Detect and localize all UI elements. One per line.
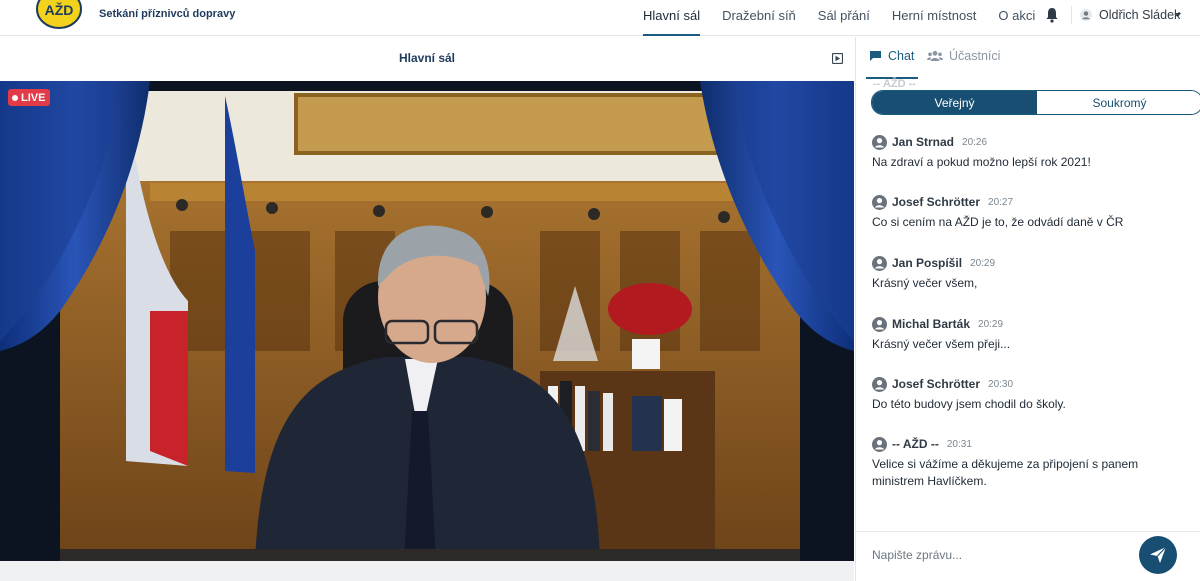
message-time: 20:30 xyxy=(988,378,1014,390)
chat-message: Jan Strnad 20:26 Na zdraví a pokud možno… xyxy=(872,134,1192,171)
user-avatar-icon xyxy=(872,376,887,392)
play-icon[interactable] xyxy=(832,53,843,64)
live-label: LIVE xyxy=(21,91,46,104)
live-dot-icon xyxy=(12,94,18,101)
message-time: 20:27 xyxy=(988,196,1014,208)
chat-bubble-icon xyxy=(870,51,881,61)
nav-hlavni-sal[interactable]: Hlavní sál xyxy=(632,0,711,36)
user-avatar-icon xyxy=(872,316,887,332)
scrolled-message-author: -- AŽD -- xyxy=(873,78,916,90)
message-time: 20:29 xyxy=(978,318,1004,330)
video-frame xyxy=(0,81,854,561)
toggle-private[interactable]: Soukromý xyxy=(1037,91,1200,114)
message-text: Do této budovy jsem chodil do školy. xyxy=(872,397,1066,411)
send-button[interactable] xyxy=(1139,536,1177,574)
tab-participants-label: Účastníci xyxy=(949,49,1001,63)
user-avatar-icon xyxy=(872,194,887,210)
nav-o-akci[interactable]: O akci xyxy=(987,0,1046,36)
bell-icon[interactable] xyxy=(1045,7,1059,23)
video-header: Hlavní sál xyxy=(0,37,854,81)
chat-message: Josef Schrötter 20:30 Do této budovy jse… xyxy=(872,376,1192,413)
user-avatar-icon xyxy=(872,134,887,150)
chat-message: Josef Schrötter 20:27 Co si cením na AŽD… xyxy=(872,194,1192,231)
user-avatar-icon xyxy=(872,436,887,452)
tab-participants[interactable]: Účastníci xyxy=(927,49,1000,63)
message-time: 20:31 xyxy=(946,438,972,450)
video-bottom-bar xyxy=(0,561,854,581)
main-nav: Hlavní sál Dražební síň Sál přání Herní … xyxy=(632,0,1046,36)
chat-message: Jan Pospíšil 20:29 Krásný večer všem, xyxy=(872,255,1192,292)
message-time: 20:26 xyxy=(962,136,988,148)
users-icon xyxy=(927,50,943,61)
azd-logo[interactable]: AŽD xyxy=(36,0,82,30)
nav-sal-prani[interactable]: Sál přání xyxy=(807,0,881,36)
message-text: Co si cením na AŽD je to, že odvádí daně… xyxy=(872,215,1124,229)
message-author: Josef Schrötter xyxy=(892,195,981,209)
live-badge: LIVE xyxy=(8,89,51,106)
message-author: Josef Schrötter xyxy=(892,377,981,391)
user-avatar-icon xyxy=(872,255,887,271)
send-icon xyxy=(1150,546,1167,563)
nav-drazebni-sin[interactable]: Dražební síň xyxy=(711,0,807,36)
room-title: Hlavní sál xyxy=(398,51,456,65)
user-avatar-icon[interactable] xyxy=(1080,9,1092,21)
nav-divider xyxy=(1071,6,1072,24)
video-player[interactable]: LIVE xyxy=(0,81,854,561)
chevron-down-icon[interactable] xyxy=(1175,13,1181,17)
message-text: Velice si vážíme a děkujeme za připojení… xyxy=(872,457,1139,488)
message-author: Jan Pospíšil xyxy=(892,256,963,270)
top-navbar: AŽD Setkání příznivců dopravy Hlavní sál… xyxy=(0,0,1200,36)
tab-chat-label: Chat xyxy=(888,49,915,63)
user-menu[interactable]: Oldřich Sládek xyxy=(1099,8,1180,22)
message-text: Krásný večer všem, xyxy=(872,276,978,290)
chat-visibility-toggle: Veřejný Soukromý xyxy=(871,90,1200,115)
message-text: Na zdraví a pokud možno lepší rok 2021! xyxy=(872,155,1091,169)
toggle-public[interactable]: Veřejný xyxy=(872,91,1037,114)
logo-text: AŽD xyxy=(45,1,74,18)
message-author: -- AŽD -- xyxy=(892,437,939,451)
chat-message: Michal Barták 20:29 Krásný večer všem př… xyxy=(872,316,1192,353)
tab-chat[interactable]: Chat xyxy=(869,49,914,63)
message-input[interactable] xyxy=(872,548,1112,562)
nav-herni-mistnost[interactable]: Herní místnost xyxy=(881,0,988,36)
brand-title[interactable]: Setkání příznivců dopravy xyxy=(99,8,235,20)
chat-panel: Chat Účastníci -- AŽD -- Veřejný Soukrom… xyxy=(855,37,1200,581)
message-text: Krásný večer všem přeji... xyxy=(872,337,1011,351)
message-time: 20:29 xyxy=(970,257,996,269)
message-composer xyxy=(856,531,1200,581)
chat-message: -- AŽD -- 20:31 Velice si vážíme a děkuj… xyxy=(872,436,1192,490)
message-author: Jan Strnad xyxy=(892,135,955,149)
panel-tabs: Chat Účastníci xyxy=(856,37,1200,79)
message-author: Michal Barták xyxy=(892,317,971,331)
